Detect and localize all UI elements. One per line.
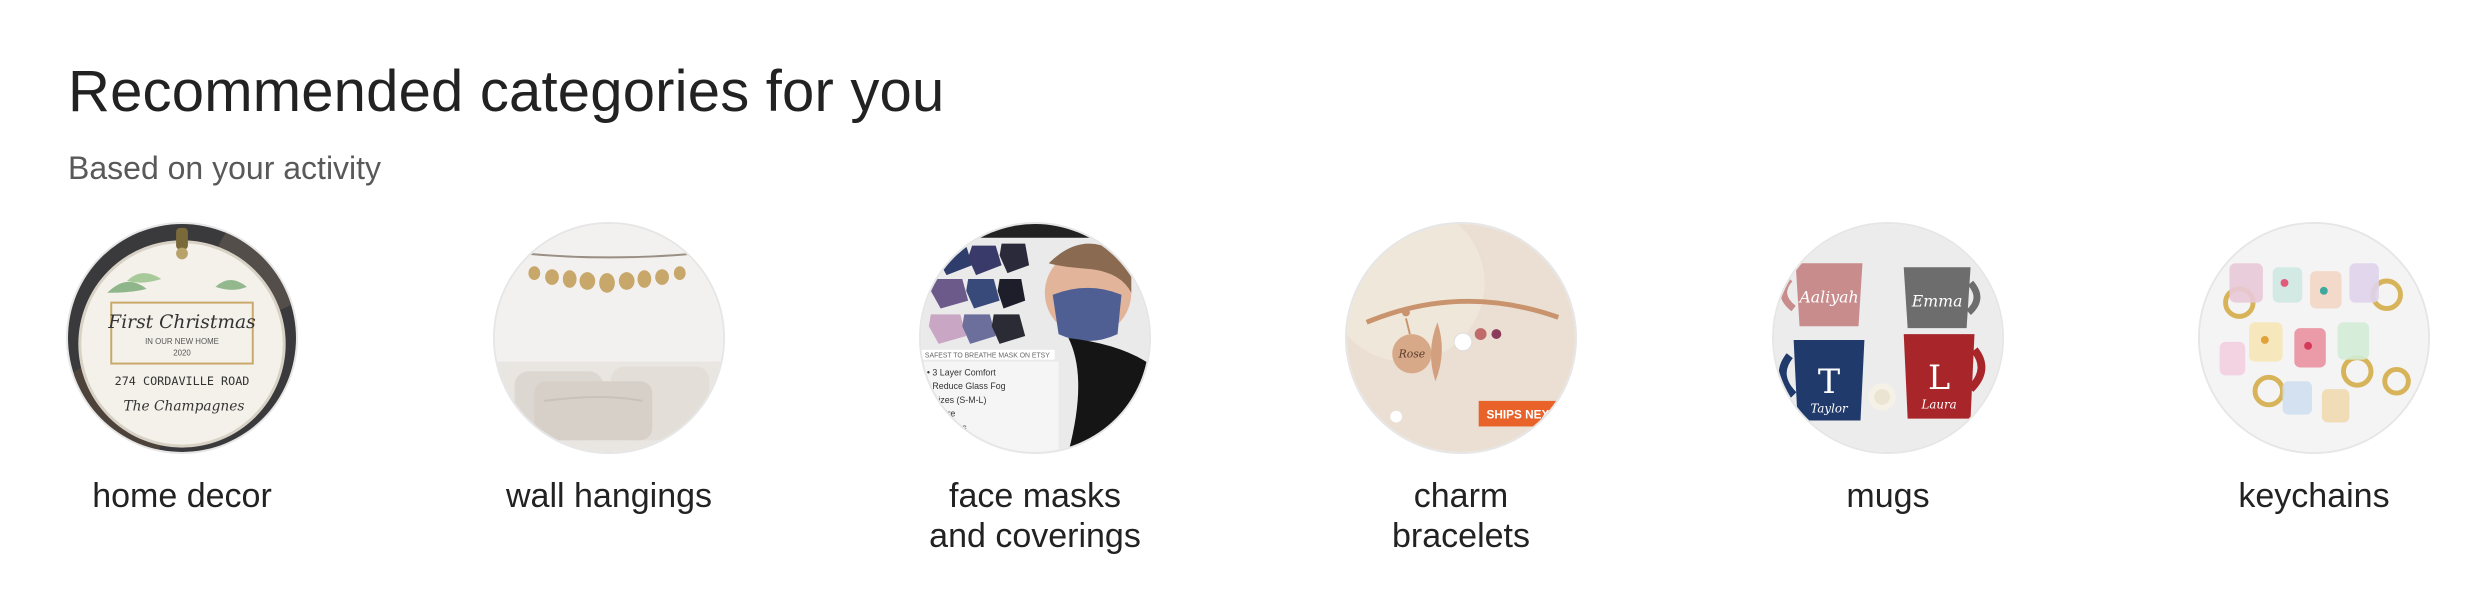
mask-bullet-2: • Reduce Glass Fog xyxy=(927,381,1006,391)
mask-bullet-3: • Sizes (S-M-L) xyxy=(927,395,987,405)
ornament-image: First Christmas IN OUR NEW HOME 2020 274… xyxy=(68,224,296,452)
category-charm-bracelets[interactable]: Rose SHIPS NEXT charm bracelets xyxy=(1331,222,1591,556)
category-label-line1: keychains xyxy=(2238,477,2390,515)
mask-bullet-5: ble Straps xyxy=(927,422,967,432)
charm-bracelet-image: Rose SHIPS NEXT xyxy=(1347,224,1575,452)
category-label-line1: mugs xyxy=(1846,477,1930,515)
ornament-address: 274 CORDAVILLE ROAD xyxy=(115,374,250,388)
category-label-line2: bracelets xyxy=(1392,517,1530,555)
mugs-image-icon[interactable]: Aaliyah Emma T Taylor L Laura xyxy=(1772,222,2004,454)
mask-bullet-6: ption xyxy=(927,436,946,446)
category-home-decor[interactable]: First Christmas IN OUR NEW HOME 2020 274… xyxy=(52,222,312,516)
svg-text:T: T xyxy=(1818,362,1840,401)
ornament-name: The Champagnes xyxy=(123,399,244,415)
category-label-line1: face masks xyxy=(949,477,1121,515)
category-label-line1: charm xyxy=(1413,477,1509,515)
category-label[interactable]: home decor xyxy=(52,476,312,516)
category-label[interactable]: keychains xyxy=(2184,476,2444,516)
wall-garland-image-icon[interactable] xyxy=(493,222,725,454)
mugs-image: Aaliyah Emma T Taylor L Laura xyxy=(1774,224,2002,452)
face-mask-image-icon[interactable]: SAFEST TO BREATHE MASK ON ETSY • 3 Layer… xyxy=(919,222,1151,454)
category-label[interactable]: charm bracelets xyxy=(1331,476,1591,556)
mug-name-4: Laura xyxy=(1921,398,1957,412)
charm-bracelet-image-icon[interactable]: Rose SHIPS NEXT xyxy=(1345,222,1577,454)
category-label[interactable]: face masks and coverings xyxy=(905,476,1165,556)
category-label-line1: home decor xyxy=(92,477,272,515)
ornament-image-icon[interactable]: First Christmas IN OUR NEW HOME 2020 274… xyxy=(66,222,298,454)
ornament-year: 2020 xyxy=(173,349,191,358)
category-face-masks[interactable]: SAFEST TO BREATHE MASK ON ETSY • 3 Layer… xyxy=(905,222,1165,556)
mask-bullet-4: ire wire xyxy=(927,409,956,419)
category-keychains[interactable]: keychains xyxy=(2184,222,2444,516)
section-title: Recommended categories for you xyxy=(68,59,945,124)
mask-bullet-1: • 3 Layer Comfort xyxy=(927,367,996,377)
mug-name-1: Aaliyah xyxy=(1797,288,1858,307)
bracelet-charm-text: Rose xyxy=(1398,348,1426,361)
category-mugs[interactable]: Aaliyah Emma T Taylor L Laura mugs xyxy=(1758,222,2018,516)
wall-garland-image xyxy=(495,224,723,452)
keychains-image xyxy=(2200,224,2428,452)
category-label-line1: wall hangings xyxy=(505,477,713,515)
mug-name-2: Emma xyxy=(1911,292,1963,311)
face-mask-image: SAFEST TO BREATHE MASK ON ETSY • 3 Layer… xyxy=(921,224,1149,452)
category-wall-hangings[interactable]: wall hangings xyxy=(479,222,739,516)
svg-text:L: L xyxy=(1928,358,1950,397)
section-subtitle: Based on your activity xyxy=(68,150,382,186)
mask-banner-text: SAFEST TO BREATHE MASK ON ETSY xyxy=(925,353,1050,360)
mug-name-3: Taylor xyxy=(1810,402,1848,416)
recommended-categories-section: Recommended categories for you Based on … xyxy=(0,0,2490,612)
ornament-text-2: IN OUR NEW HOME xyxy=(145,337,219,346)
category-label-line2: and coverings xyxy=(929,517,1141,555)
category-label[interactable]: wall hangings xyxy=(479,476,739,516)
ships-next-badge: SHIPS NEXT xyxy=(1487,409,1558,422)
category-label[interactable]: mugs xyxy=(1758,476,2018,516)
ornament-text-1: First Christmas xyxy=(107,312,255,333)
keychains-image-icon[interactable] xyxy=(2198,222,2430,454)
